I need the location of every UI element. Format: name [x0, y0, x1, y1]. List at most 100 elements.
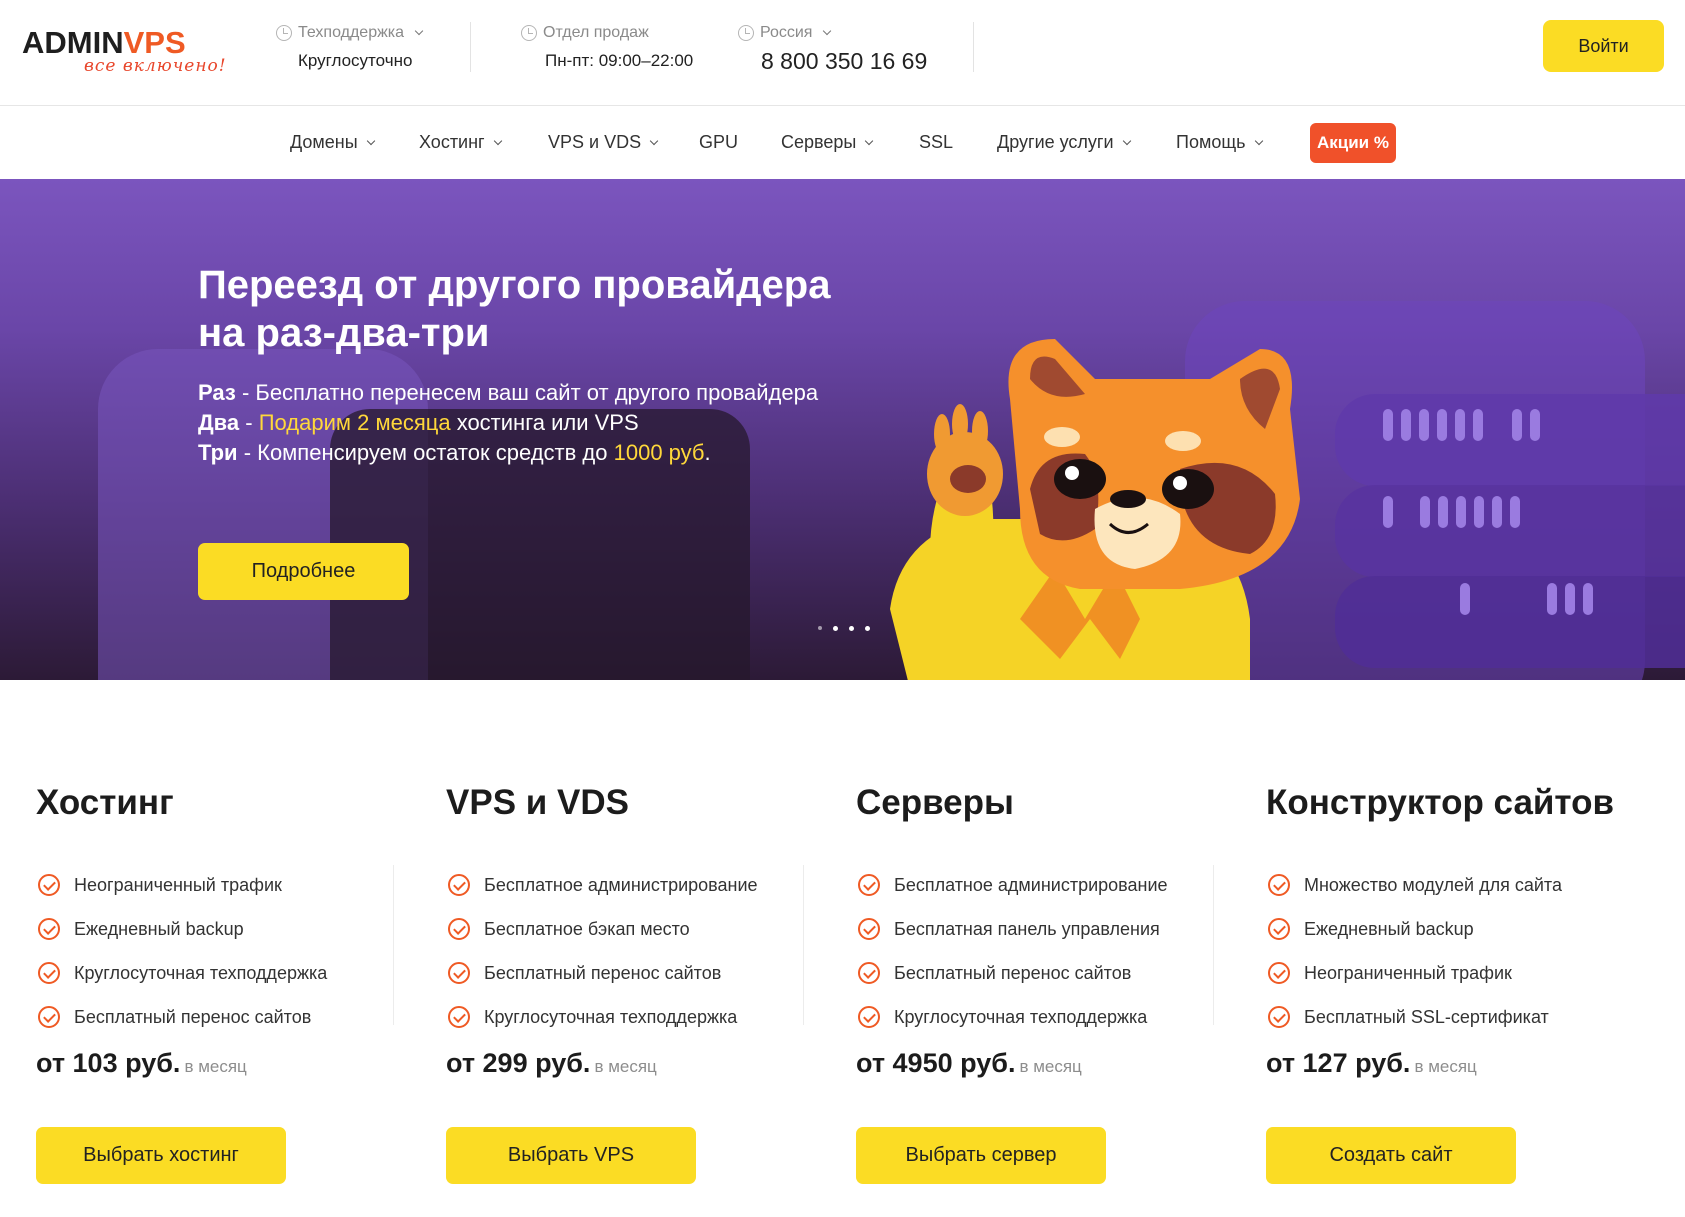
region-label: Россия [760, 24, 813, 41]
login-button[interactable]: Войти [1543, 20, 1664, 72]
column-divider [393, 865, 394, 1025]
feature-item: Бесплатный перенос сайтов [38, 995, 327, 1039]
nav-item-other-services[interactable]: Другие услуги [997, 132, 1131, 153]
column-divider [803, 865, 804, 1025]
support-label: Техподдержка [298, 24, 405, 41]
nav-item-hosting[interactable]: Хостинг [419, 132, 502, 153]
feature-list: Множество модулей для сайта Ежедневный b… [1268, 863, 1562, 1039]
nav-item-servers[interactable]: Серверы [781, 132, 874, 153]
sales-info: Отдел продаж Пн-пт: 09:00–22:00 [521, 24, 693, 71]
logo-tagline: все включено! [84, 56, 227, 76]
choose-hosting-button[interactable]: Выбрать хостинг [36, 1127, 286, 1184]
feature-item: Круглосуточная техподдержка [448, 995, 758, 1039]
nav-item-gpu[interactable]: GPU [699, 132, 738, 153]
feature-list: Неограниченный трафик Ежедневный backup … [38, 863, 327, 1039]
check-circle-icon [1268, 1006, 1290, 1028]
feature-item: Ежедневный backup [38, 907, 327, 951]
server-unit [1335, 576, 1685, 668]
feature-item: Круглосуточная техподдержка [38, 951, 327, 995]
hero-banner: Переезд от другого провайдера на раз-два-… [0, 179, 1685, 680]
feature-item: Бесплатное администрирование [858, 863, 1168, 907]
choose-server-button[interactable]: Выбрать сервер [856, 1127, 1106, 1184]
create-site-button[interactable]: Создать сайт [1266, 1127, 1516, 1184]
check-circle-icon [38, 918, 60, 940]
feature-item: Бесплатный перенос сайтов [448, 951, 758, 995]
feature-item: Ежедневный backup [1268, 907, 1562, 951]
price: от 127 руб. в месяц [1266, 1048, 1477, 1078]
price: от 299 руб. в месяц [446, 1048, 657, 1078]
clock-icon [521, 25, 537, 41]
check-circle-icon [38, 962, 60, 984]
promo-button[interactable]: Акции % [1310, 123, 1396, 163]
check-circle-icon [448, 962, 470, 984]
product-card-vps: VPS и VDS Бесплатное администрирование Б… [446, 680, 836, 1217]
support-info[interactable]: Техподдержка Круглосуточно [276, 24, 424, 71]
phone-number[interactable]: 8 800 350 16 69 [761, 48, 927, 75]
nav-item-ssl[interactable]: SSL [919, 132, 953, 153]
check-circle-icon [38, 874, 60, 896]
product-card-hosting: Хостинг Неограниченный трафик Ежедневный… [36, 680, 426, 1217]
price: от 103 руб. в месяц [36, 1048, 247, 1078]
hero-bullets: Раз - Бесплатно перенесем ваш сайт от др… [198, 378, 818, 468]
choose-vps-button[interactable]: Выбрать VPS [446, 1127, 696, 1184]
feature-item: Бесплатное бэкап место [448, 907, 758, 951]
hero-bullet-3: Три - Компенсируем остаток средств до 10… [198, 440, 711, 465]
hero-bullet-1: Раз - Бесплатно перенесем ваш сайт от др… [198, 380, 819, 405]
sales-label: Отдел продаж [543, 24, 649, 41]
feature-list: Бесплатное администрирование Бесплатная … [858, 863, 1168, 1039]
region-info[interactable]: Россия 8 800 350 16 69 [738, 24, 927, 75]
chevron-down-icon [414, 26, 424, 36]
feature-item: Множество модулей для сайта [1268, 863, 1562, 907]
fox-mascot-illustration [890, 339, 1300, 680]
nav-item-vps[interactable]: VPS и VDS [548, 132, 659, 153]
column-divider [1213, 865, 1214, 1025]
slider-dots [818, 626, 870, 631]
feature-item: Неограниченный трафик [1268, 951, 1562, 995]
feature-item: Бесплатный SSL-сертификат [1268, 995, 1562, 1039]
check-circle-icon [858, 1006, 880, 1028]
hero-more-button[interactable]: Подробнее [198, 543, 409, 600]
sales-hours: Пн-пт: 09:00–22:00 [545, 51, 694, 70]
clock-icon [276, 25, 292, 41]
slider-dot[interactable] [865, 626, 870, 631]
product-card-site-builder: Конструктор сайтов Множество модулей для… [1266, 680, 1656, 1217]
slider-dot-active[interactable] [833, 626, 838, 631]
check-circle-icon [858, 962, 880, 984]
price: от 4950 руб. в месяц [856, 1048, 1082, 1078]
slider-dot[interactable] [849, 626, 854, 631]
check-circle-icon [858, 874, 880, 896]
header-divider [470, 22, 471, 72]
feature-item: Неограниченный трафик [38, 863, 327, 907]
hero-bullet-2: Два - Подарим 2 месяца хостинга или VPS [198, 410, 639, 435]
chevron-down-icon [493, 136, 502, 145]
nav-item-domains[interactable]: Домены [290, 132, 375, 153]
check-circle-icon [38, 1006, 60, 1028]
product-title: Конструктор сайтов [1266, 783, 1615, 822]
feature-item: Круглосуточная техподдержка [858, 995, 1168, 1039]
nav-item-help[interactable]: Помощь [1176, 132, 1263, 153]
product-title: VPS и VDS [446, 783, 629, 822]
chevron-down-icon [1254, 136, 1263, 145]
check-circle-icon [1268, 918, 1290, 940]
slider-dot[interactable] [818, 626, 822, 630]
clock-icon [738, 25, 754, 41]
chevron-down-icon [1122, 136, 1131, 145]
feature-item: Бесплатная панель управления [858, 907, 1168, 951]
chevron-down-icon [649, 136, 659, 145]
top-header: ADMINVPS все включено! Техподдержка Круг… [0, 0, 1685, 106]
logo-wordmark: ADMINVPS [22, 25, 186, 60]
feature-list: Бесплатное администрирование Бесплатное … [448, 863, 758, 1039]
chevron-down-icon [865, 136, 874, 145]
product-title: Хостинг [36, 783, 174, 822]
feature-item: Бесплатный перенос сайтов [858, 951, 1168, 995]
check-circle-icon [448, 874, 470, 896]
check-circle-icon [1268, 962, 1290, 984]
product-title: Серверы [856, 783, 1014, 822]
support-hours: Круглосуточно [298, 51, 413, 70]
chevron-down-icon [366, 136, 375, 145]
chevron-down-icon [823, 26, 832, 36]
logo[interactable]: ADMINVPS все включено! [22, 26, 232, 82]
check-circle-icon [448, 1006, 470, 1028]
check-circle-icon [448, 918, 470, 940]
product-card-servers: Серверы Бесплатное администрирование Бес… [856, 680, 1246, 1217]
